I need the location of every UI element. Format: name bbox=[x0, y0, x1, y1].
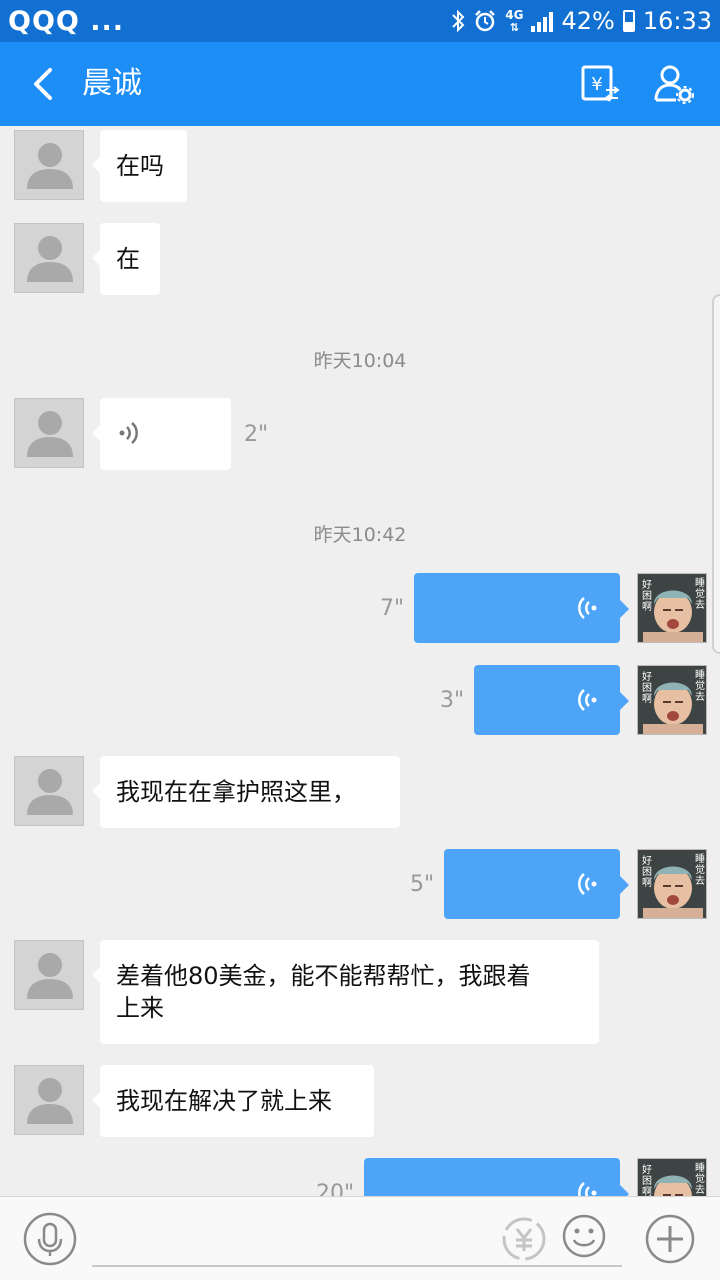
battery-percent: 42% bbox=[561, 7, 615, 35]
voice-input-button[interactable] bbox=[22, 1211, 78, 1267]
svg-text:¥: ¥ bbox=[591, 74, 602, 95]
contact-avatar[interactable] bbox=[14, 223, 84, 293]
voice-message[interactable] bbox=[474, 665, 629, 735]
alarm-icon bbox=[475, 10, 496, 32]
message-bubble[interactable]: 我现在解决了就上来 bbox=[92, 1065, 374, 1137]
message-bubble[interactable]: 差着他80美金，能不能帮帮忙，我跟着 上来 bbox=[92, 940, 599, 1044]
contact-avatar[interactable] bbox=[14, 940, 84, 1010]
sticker-text: 睡觉去 bbox=[695, 576, 705, 611]
status-bar: QQQ ... 4G ⇅ 42% 16:33 bbox=[0, 0, 720, 42]
back-button[interactable] bbox=[26, 64, 66, 104]
contact-avatar[interactable] bbox=[14, 130, 84, 200]
contact-name[interactable]: 晨诚 bbox=[82, 64, 142, 104]
contact-avatar[interactable] bbox=[14, 1065, 84, 1135]
status-icons: 4G ⇅ 42% 16:33 bbox=[451, 7, 712, 35]
my-avatar[interactable]: 好困啊 睡觉去 bbox=[637, 665, 707, 735]
sleepy-baby-avatar: 好困啊 睡觉去 bbox=[638, 574, 706, 642]
voice-duration: 7" bbox=[380, 596, 405, 621]
network-type: 4G ⇅ bbox=[505, 7, 524, 34]
voice-wave-icon bbox=[578, 597, 597, 619]
transfer-button[interactable]: ¥ bbox=[578, 62, 622, 106]
message-bubble[interactable]: 在 bbox=[92, 223, 160, 295]
timestamp: 昨天10:42 bbox=[313, 524, 407, 546]
message-bubble[interactable]: 我现在在拿护照这里， bbox=[92, 756, 400, 828]
default-user-icon bbox=[27, 953, 73, 999]
sticker-text: 睡觉去 bbox=[695, 1161, 705, 1196]
voice-wave-icon bbox=[578, 689, 597, 711]
message-text: 我现在解决了就上来 bbox=[116, 1087, 332, 1115]
message-text: 在 bbox=[116, 245, 140, 273]
default-user-icon bbox=[27, 1078, 73, 1124]
sticker-text: 好困啊 bbox=[642, 855, 652, 889]
message-input[interactable] bbox=[92, 1265, 622, 1267]
my-avatar[interactable]: 好困啊 睡觉去 bbox=[637, 849, 707, 919]
message-text: 在吗 bbox=[116, 152, 164, 180]
message-text: 我现在在拿护照这里， bbox=[116, 778, 356, 806]
signal-icon bbox=[531, 10, 554, 32]
sticker-text: 好困啊 bbox=[642, 671, 652, 705]
voice-wave-icon bbox=[578, 873, 597, 895]
sleepy-baby-avatar: 好困啊 睡觉去 bbox=[638, 1159, 706, 1196]
voice-wave-icon bbox=[119, 422, 138, 444]
bluetooth-icon bbox=[452, 9, 465, 33]
notification-icons: QQQ ... bbox=[8, 6, 125, 37]
contact-avatar[interactable] bbox=[14, 398, 84, 468]
timestamp: 昨天10:04 bbox=[313, 350, 407, 372]
voice-message[interactable] bbox=[364, 1158, 629, 1196]
chat-messages[interactable]: 在吗 在 昨天10:04 2" 昨天10:42 7" 好困啊 睡觉去 3" 好困… bbox=[0, 126, 720, 1196]
my-avatar[interactable]: 好困啊 睡觉去 bbox=[637, 1158, 707, 1196]
sticker-text: 好困啊 bbox=[642, 579, 652, 613]
clock: 16:33 bbox=[642, 7, 712, 35]
sleepy-baby-avatar: 好困啊 睡觉去 bbox=[638, 666, 706, 734]
scrollbar[interactable] bbox=[712, 294, 720, 654]
voice-wave-icon bbox=[578, 1182, 597, 1196]
message-text-line: 差着他80美金，能不能帮帮忙，我跟着 bbox=[116, 962, 531, 990]
default-user-icon bbox=[27, 769, 73, 815]
voice-message[interactable] bbox=[444, 849, 629, 919]
sticker-text: 睡觉去 bbox=[695, 852, 705, 887]
voice-message[interactable] bbox=[92, 398, 231, 470]
input-bar bbox=[0, 1196, 720, 1280]
voice-duration: 3" bbox=[440, 688, 465, 713]
sleepy-baby-avatar: 好困啊 睡觉去 bbox=[638, 850, 706, 918]
red-packet-transfer-button[interactable] bbox=[500, 1215, 548, 1263]
network-label: 4G bbox=[505, 7, 524, 22]
chat-header: 晨诚 ¥ bbox=[0, 42, 720, 126]
profile-settings-button[interactable] bbox=[652, 62, 696, 106]
contact-avatar[interactable] bbox=[14, 756, 84, 826]
voice-duration: 20" bbox=[316, 1181, 355, 1196]
default-user-icon bbox=[27, 411, 73, 457]
default-user-icon bbox=[27, 143, 73, 189]
more-options-button[interactable] bbox=[644, 1213, 696, 1265]
my-avatar[interactable]: 好困啊 睡觉去 bbox=[637, 573, 707, 643]
voice-duration: 5" bbox=[410, 872, 435, 897]
message-bubble[interactable]: 在吗 bbox=[92, 130, 187, 202]
voice-duration: 2" bbox=[244, 422, 269, 447]
message-text-line: 上来 bbox=[116, 994, 164, 1022]
sticker-text: 好困啊 bbox=[642, 1164, 652, 1196]
default-user-icon bbox=[27, 236, 73, 282]
battery-icon bbox=[622, 10, 635, 32]
sticker-text: 睡觉去 bbox=[695, 668, 705, 703]
voice-message[interactable] bbox=[414, 573, 629, 643]
emoji-button[interactable] bbox=[561, 1213, 607, 1259]
